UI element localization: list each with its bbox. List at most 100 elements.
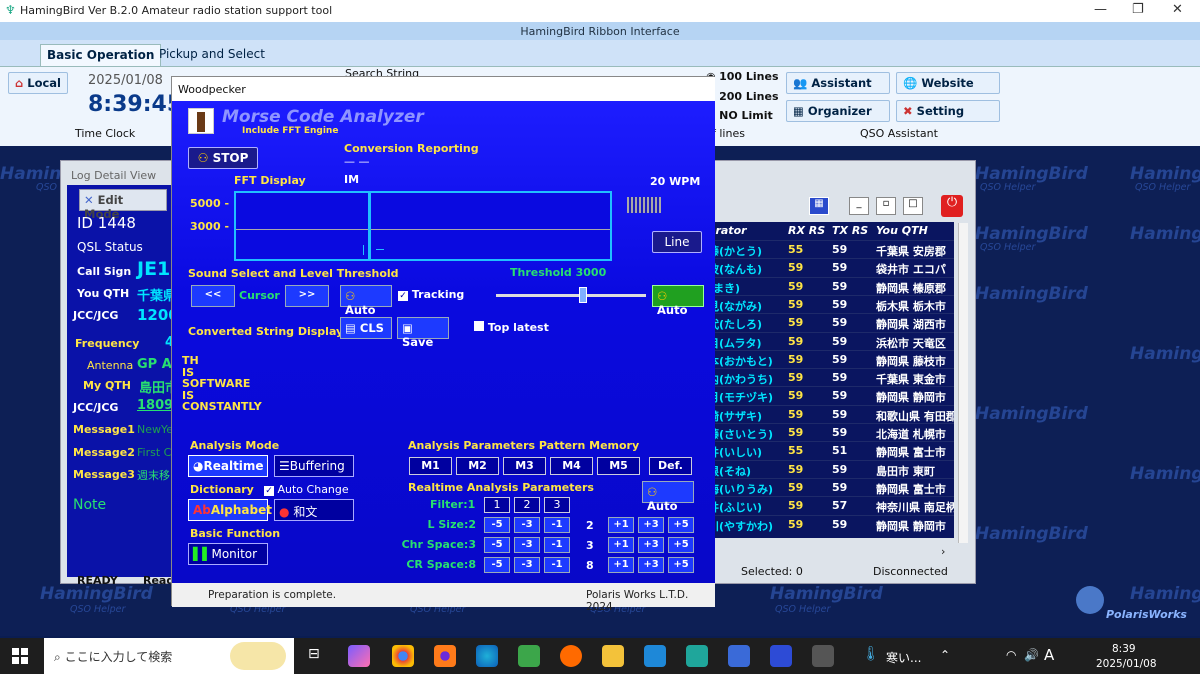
minimize-panel-icon[interactable]: _	[849, 197, 869, 215]
minimize-icon[interactable]: —	[1094, 2, 1107, 17]
radio-200-lines[interactable]: ○ 200 Lines	[706, 90, 779, 103]
tracking-checkbox[interactable]: ✓ Tracking	[398, 288, 464, 301]
param-decrease-button[interactable]: -1	[544, 557, 570, 573]
params-auto-button[interactable]: ⚇ Auto	[642, 481, 694, 513]
memory-m4-button[interactable]: M4	[550, 457, 593, 475]
monitor-button[interactable]: ▌▌Monitor	[188, 543, 268, 565]
close-icon[interactable]: ✕	[1172, 2, 1183, 17]
cursor-right-button[interactable]: >>	[285, 285, 329, 307]
param-increase-button[interactable]: +3	[638, 517, 664, 533]
auto-change-checkbox[interactable]: ✓ Auto Change	[264, 483, 349, 496]
realtime-button[interactable]: ◕Realtime	[188, 455, 268, 477]
param-increase-button[interactable]: +5	[668, 517, 694, 533]
jcc2-value[interactable]: 1809	[137, 398, 173, 413]
local-button[interactable]: ⌂ Local	[8, 72, 68, 94]
param-decrease-button[interactable]: -3	[514, 557, 540, 573]
volume-icon[interactable]: 🔊	[1024, 648, 1039, 662]
line-button[interactable]: Line	[652, 231, 702, 253]
table-row[interactable]: 内(かわうち) 59 59 千葉県 東金市	[706, 368, 954, 386]
param-decrease-button[interactable]: -3	[514, 537, 540, 553]
call-sign-value[interactable]: JE1	[137, 258, 170, 280]
param-increase-button[interactable]: +5	[668, 557, 694, 573]
filter-1-button[interactable]: 1	[484, 497, 510, 513]
memory-m1-button[interactable]: M1	[409, 457, 452, 475]
cls-button[interactable]: ▤ CLS	[340, 317, 392, 339]
file-explorer-icon[interactable]	[602, 645, 624, 667]
tab-pickup-select[interactable]: Pickup and Select	[153, 44, 271, 66]
restore-panel-icon[interactable]: ▫	[876, 197, 896, 215]
converted-text-area[interactable]: TH IS SOFTWARE IS CONSTANTLY	[182, 355, 702, 435]
param-decrease-button[interactable]: -5	[484, 557, 510, 573]
hamingbird-taskbar-icon[interactable]	[770, 645, 792, 667]
filter-3-button[interactable]: 3	[544, 497, 570, 513]
param-decrease-button[interactable]: -1	[544, 537, 570, 553]
spreadsheet-icon[interactable]	[686, 645, 708, 667]
table-header[interactable]: TX RS	[832, 224, 874, 237]
radio-no-limit[interactable]: ○ NO Limit	[706, 109, 773, 122]
save-button[interactable]: ▣ Save	[397, 317, 449, 349]
organizer-button[interactable]: ▦ Organizer	[786, 100, 890, 122]
fft-display[interactable]	[234, 191, 612, 261]
app-grid-icon[interactable]	[518, 645, 540, 667]
vscode-icon[interactable]	[644, 645, 666, 667]
wifi-icon[interactable]: ◠	[1006, 648, 1016, 662]
memory-m5-button[interactable]: M5	[597, 457, 640, 475]
table-header[interactable]: RX RS	[788, 224, 830, 237]
alphabet-button[interactable]: AbAlphabet	[188, 499, 272, 521]
chrome-icon[interactable]	[392, 645, 414, 667]
wabun-button[interactable]: ● 和文	[274, 499, 354, 521]
message2-value[interactable]: First C	[137, 446, 171, 459]
scroll-right-icon[interactable]: ›	[941, 545, 945, 558]
table-header[interactable]: erator	[708, 224, 786, 237]
message3-value[interactable]: 週末移	[137, 467, 170, 483]
stop-button[interactable]: ⚇ STOP	[188, 147, 258, 169]
copilot-icon[interactable]	[348, 645, 370, 667]
table-row[interactable]: 代(たしろ) 59 59 静岡県 湖西市	[706, 313, 954, 331]
cursor-auto-button[interactable]: ⚇ Auto	[340, 285, 392, 317]
setting-button[interactable]: ✖ Setting	[896, 100, 1000, 122]
ime-indicator[interactable]: A	[1044, 646, 1054, 664]
calculator-icon[interactable]: ▦	[809, 197, 829, 215]
buffering-button[interactable]: ☰Buffering	[274, 455, 354, 477]
filter-2-button[interactable]: 2	[514, 497, 540, 513]
calendar-app-icon[interactable]	[728, 645, 750, 667]
weather-icon[interactable]: 🌡	[862, 646, 880, 662]
table-row[interactable]: 藤(かとう) 55 59 千葉県 安房郡	[706, 240, 954, 258]
task-view-icon[interactable]: ⊟	[308, 646, 320, 662]
table-row[interactable]: 川(やすかわ) 59 59 静岡県 静岡市	[706, 514, 954, 533]
windows-start-icon[interactable]	[12, 648, 28, 664]
chevron-up-icon[interactable]: ⌃	[940, 648, 950, 662]
assistant-button[interactable]: 👥 Assistant	[786, 72, 890, 94]
table-row[interactable]: 井(いしい) 55 51 静岡県 富士市	[706, 441, 954, 459]
param-increase-button[interactable]: +5	[668, 537, 694, 553]
memory-m2-button[interactable]: M2	[456, 457, 499, 475]
edge-icon[interactable]	[476, 645, 498, 667]
antenna-value[interactable]: GP A	[137, 357, 172, 372]
top-latest-checkbox[interactable]: Top latest	[474, 321, 549, 334]
param-increase-button[interactable]: +3	[638, 537, 664, 553]
table-row[interactable]: 藤(さいとう) 59 59 北海道 札幌市	[706, 423, 954, 441]
param-decrease-button[interactable]: -5	[484, 537, 510, 553]
maximize-panel-icon[interactable]: □	[903, 197, 923, 215]
param-decrease-button[interactable]: -5	[484, 517, 510, 533]
table-row[interactable]: 根(そね) 59 59 島田市 東町	[706, 459, 954, 478]
threshold-slider-thumb[interactable]	[579, 287, 587, 303]
table-header[interactable]: You QTH	[876, 224, 954, 237]
param-increase-button[interactable]: +1	[608, 557, 634, 573]
table-row[interactable]: 波(なんも) 59 59 袋井市 エコパ	[706, 258, 954, 276]
table-row[interactable]: 崎(サザキ) 59 59 和歌山県 有田郡	[706, 404, 954, 423]
table-row[interactable]: 目(ムラタ) 59 59 浜松市 天竜区	[706, 331, 954, 350]
param-increase-button[interactable]: +3	[638, 557, 664, 573]
maximize-icon[interactable]: ❐	[1132, 2, 1144, 17]
power-icon[interactable]: ⏻	[941, 195, 963, 217]
table-row[interactable]: 海(いりうみ) 59 59 静岡県 富士市	[706, 477, 954, 496]
param-decrease-button[interactable]: -1	[544, 517, 570, 533]
radio-100-lines[interactable]: ◉ 100 Lines	[706, 70, 779, 83]
firefox-icon[interactable]	[434, 645, 456, 667]
table-row[interactable]: 本(おかもと) 59 59 静岡県 藤枝市	[706, 349, 954, 368]
param-decrease-button[interactable]: -3	[514, 517, 540, 533]
memory-default-button[interactable]: Def.	[649, 457, 692, 475]
edit-mode-button[interactable]: ✕ Edit Mode	[79, 189, 167, 221]
param-increase-button[interactable]: +1	[608, 537, 634, 553]
table-row[interactable]: (まき) 59 59 静岡県 榛原郡	[706, 276, 954, 295]
